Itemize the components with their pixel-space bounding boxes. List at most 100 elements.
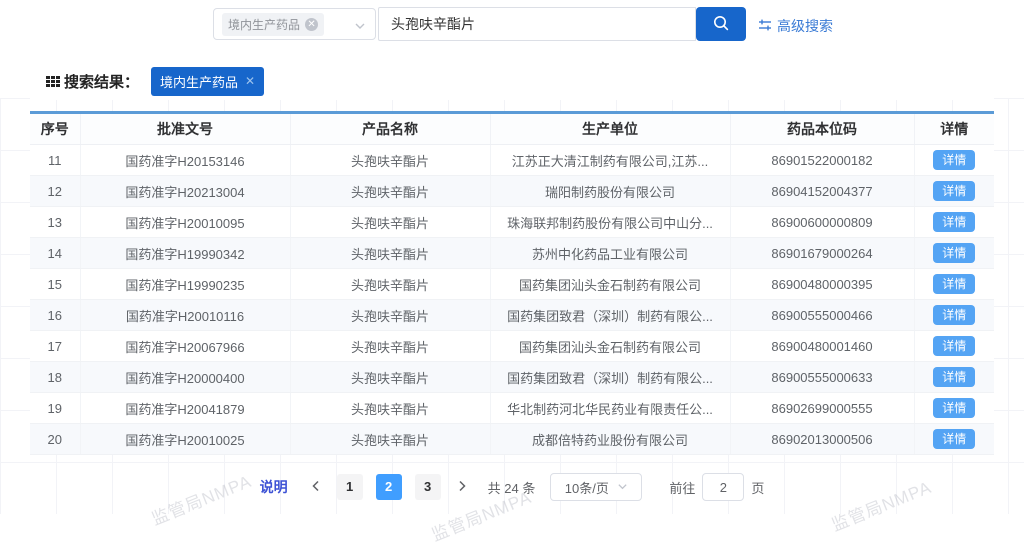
cell-no: 16 [30,300,80,331]
cell-no: 18 [30,362,80,393]
col-header-detail: 详情 [914,113,994,145]
cell-detail: 详情 [914,331,994,362]
detail-button[interactable]: 详情 [933,150,975,170]
detail-button[interactable]: 详情 [933,429,975,449]
cell-manufacturer: 成都倍特药业股份有限公司 [490,424,730,455]
cell-detail: 详情 [914,207,994,238]
cell-approval: 国药准字H20213004 [80,176,290,207]
table-row: 15 国药准字H19990235 头孢呋辛酯片 国药集团汕头金石制药有限公司 8… [30,269,994,300]
cell-manufacturer: 国药集团汕头金石制药有限公司 [490,331,730,362]
table-header-row: 序号 批准文号 产品名称 生产单位 药品本位码 详情 [30,113,994,145]
cell-no: 20 [30,424,80,455]
table-row: 18 国药准字H20000400 头孢呋辛酯片 国药集团致君（深圳）制药有限公.… [30,362,994,393]
cell-no: 11 [30,145,80,176]
filter-tag-close-icon[interactable]: ✕ [245,74,255,88]
cell-approval: 国药准字H19990235 [80,269,290,300]
category-tag: 境内生产药品 ✕ [222,13,324,36]
search-input[interactable] [378,7,696,41]
detail-button[interactable]: 详情 [933,398,975,418]
cell-detail: 详情 [914,176,994,207]
cell-approval: 国药准字H20010025 [80,424,290,455]
page-button-3[interactable]: 3 [415,474,441,500]
cell-product: 头孢呋辛酯片 [290,362,490,393]
page-size-select[interactable]: 10条/页 [550,473,642,501]
table-row: 12 国药准字H20213004 头孢呋辛酯片 瑞阳制药股份有限公司 86904… [30,176,994,207]
cell-code: 86901522000182 [730,145,914,176]
cell-manufacturer: 国药集团汕头金石制药有限公司 [490,269,730,300]
filter-tag[interactable]: 境内生产药品 ✕ [151,67,264,96]
cell-code: 86900480000395 [730,269,914,300]
advanced-search-link[interactable]: 高级搜索 [758,16,833,36]
cell-code: 86902013000506 [730,424,914,455]
chevron-down-icon [354,20,366,32]
cell-code: 86902699000555 [730,393,914,424]
total-count: 共 24 条 [488,478,536,497]
pagination: 说明 1 2 3 共 24 条 10条/页 前往 页 [30,473,994,501]
search-button[interactable] [696,7,746,41]
cell-approval: 国药准字H20010116 [80,300,290,331]
sliders-icon [758,18,772,35]
cell-approval: 国药准字H20000400 [80,362,290,393]
cell-no: 19 [30,393,80,424]
cell-approval: 国药准字H20041879 [80,393,290,424]
cell-approval: 国药准字H19990342 [80,238,290,269]
cell-no: 15 [30,269,80,300]
detail-button[interactable]: 详情 [933,336,975,356]
results-label-text: 搜索结果： [64,71,139,92]
detail-button[interactable]: 详情 [933,367,975,387]
detail-button[interactable]: 详情 [933,212,975,232]
advanced-search-label: 高级搜索 [777,16,833,36]
detail-button[interactable]: 详情 [933,305,975,325]
results-bar: 搜索结果： 境内生产药品 ✕ [30,62,994,100]
chevron-left-icon [311,480,321,495]
category-select[interactable]: 境内生产药品 ✕ [213,8,376,40]
note-link[interactable]: 说明 [260,477,288,497]
col-header-approval: 批准文号 [80,113,290,145]
cell-manufacturer: 珠海联邦制药股份有限公司中山分... [490,207,730,238]
cell-manufacturer: 国药集团致君（深圳）制药有限公... [490,362,730,393]
col-header-product: 产品名称 [290,113,490,145]
cell-detail: 详情 [914,238,994,269]
table-row: 14 国药准字H19990342 头孢呋辛酯片 苏州中化药品工业有限公司 869… [30,238,994,269]
cell-manufacturer: 江苏正大清江制药有限公司,江苏... [490,145,730,176]
table-row: 11 国药准字H20153146 头孢呋辛酯片 江苏正大清江制药有限公司,江苏.… [30,145,994,176]
cell-no: 13 [30,207,80,238]
goto-label: 前往 [669,478,695,497]
cell-detail: 详情 [914,362,994,393]
page-button-2-active[interactable]: 2 [376,474,402,500]
page-size-value: 10条/页 [565,478,609,497]
cell-no: 14 [30,238,80,269]
cell-manufacturer: 国药集团致君（深圳）制药有限公... [490,300,730,331]
page-button-1[interactable]: 1 [337,474,363,500]
detail-button[interactable]: 详情 [933,274,975,294]
cell-code: 86900480001460 [730,331,914,362]
cell-manufacturer: 华北制药河北华民药业有限责任公... [490,393,730,424]
cell-detail: 详情 [914,393,994,424]
cell-code: 86904152004377 [730,176,914,207]
table-row: 20 国药准字H20010025 头孢呋辛酯片 成都倍特药业股份有限公司 869… [30,424,994,455]
table-row: 17 国药准字H20067966 头孢呋辛酯片 国药集团汕头金石制药有限公司 8… [30,331,994,362]
goto-suffix: 页 [751,478,764,497]
next-page-button[interactable] [451,475,473,499]
cell-approval: 国药准字H20010095 [80,207,290,238]
detail-button[interactable]: 详情 [933,181,975,201]
col-header-manufacturer: 生产单位 [490,113,730,145]
goto-page-input[interactable] [702,473,744,501]
prev-page-button[interactable] [305,475,327,499]
search-icon [712,14,730,35]
detail-button[interactable]: 详情 [933,243,975,263]
cell-code: 86901679000264 [730,238,914,269]
cell-product: 头孢呋辛酯片 [290,269,490,300]
col-header-code: 药品本位码 [730,113,914,145]
cell-code: 86900555000466 [730,300,914,331]
chevron-down-icon [617,480,628,495]
cell-product: 头孢呋辛酯片 [290,300,490,331]
category-tag-close-icon[interactable]: ✕ [305,18,318,31]
results-table: 序号 批准文号 产品名称 生产单位 药品本位码 详情 11 国药准字H20153… [30,111,994,455]
cell-product: 头孢呋辛酯片 [290,176,490,207]
cell-approval: 国药准字H20153146 [80,145,290,176]
col-header-no: 序号 [30,113,80,145]
cell-product: 头孢呋辛酯片 [290,331,490,362]
cell-code: 86900555000633 [730,362,914,393]
cell-product: 头孢呋辛酯片 [290,207,490,238]
